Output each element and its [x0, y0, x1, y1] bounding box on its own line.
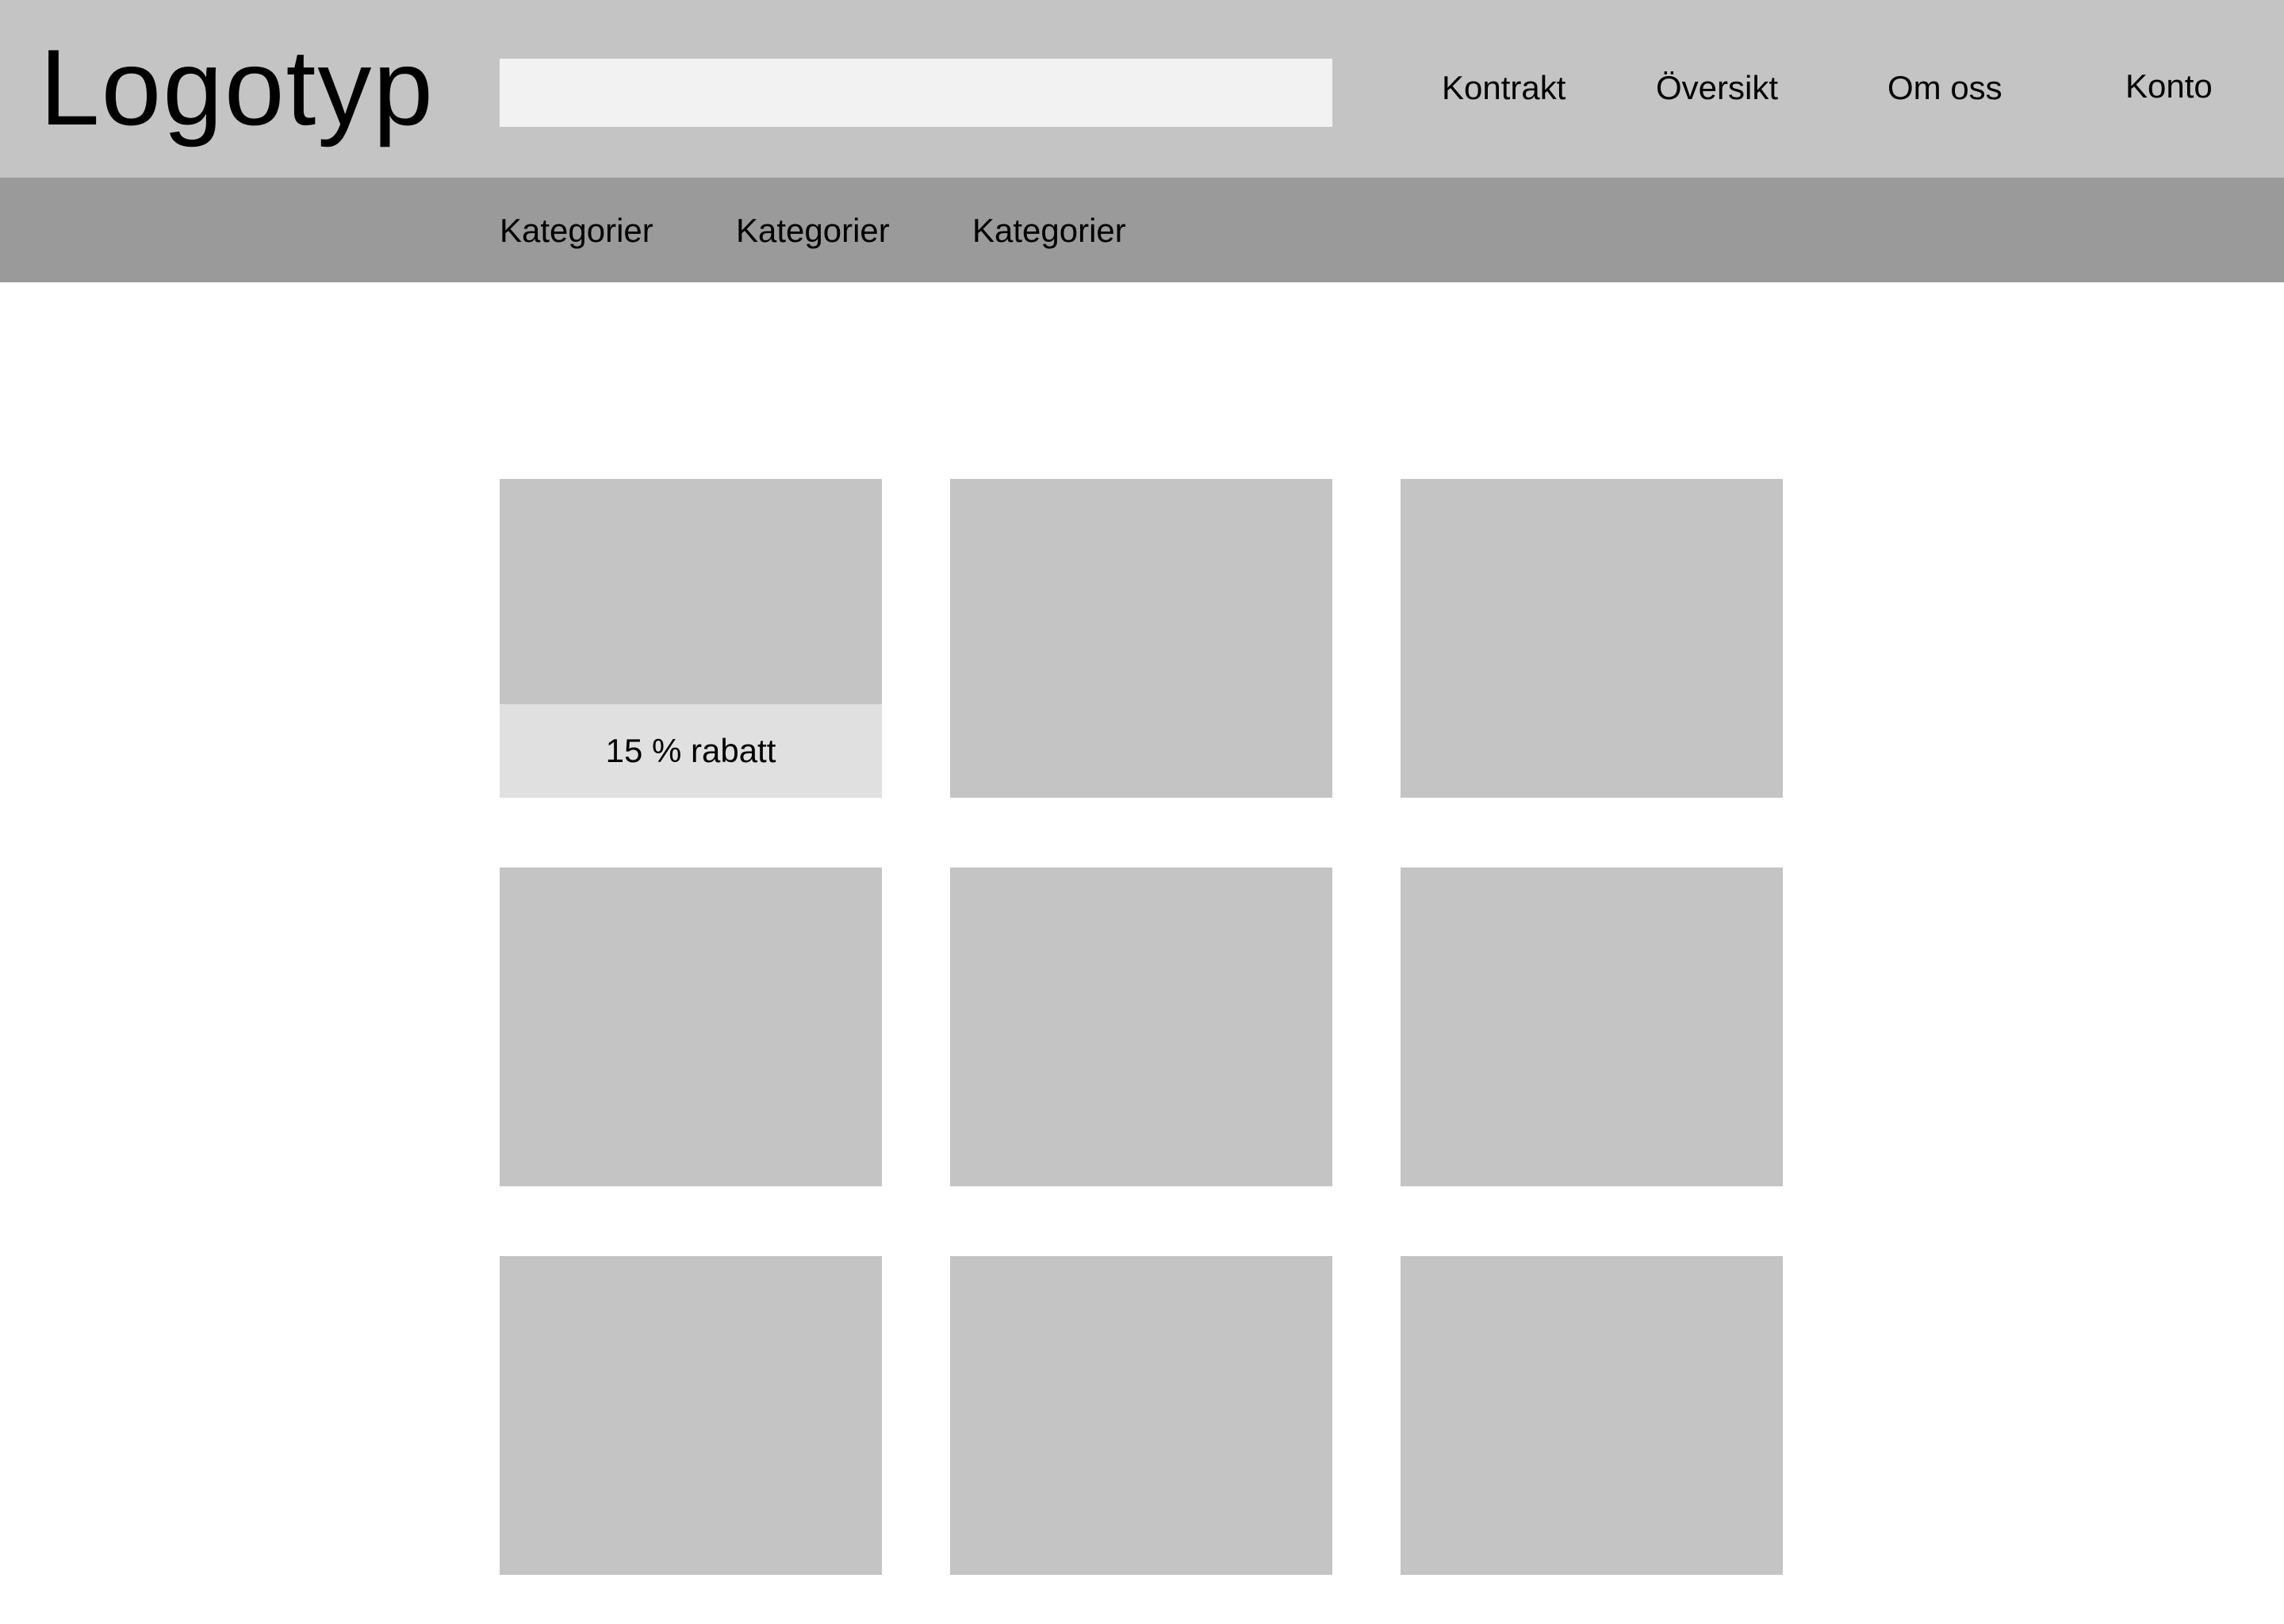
logo[interactable]: Logotyp [40, 24, 435, 151]
product-tile[interactable] [500, 868, 882, 1186]
discount-badge: 15 % rabatt [500, 704, 882, 798]
product-tile[interactable]: 15 % rabatt [500, 479, 882, 798]
product-tile[interactable] [1401, 479, 1783, 798]
product-tile[interactable] [950, 1256, 1332, 1575]
category-link[interactable]: Kategorier [736, 206, 890, 255]
product-tile[interactable] [950, 479, 1332, 798]
product-tile[interactable] [950, 868, 1332, 1186]
product-tile[interactable] [500, 1256, 882, 1575]
category-link[interactable]: Kategorier [500, 206, 653, 255]
category-link[interactable]: Kategorier [972, 206, 1126, 255]
nav-link-konto[interactable]: Konto [2125, 62, 2213, 111]
category-bar: Kategorier Kategorier Kategorier [0, 178, 2284, 282]
page: Logotyp Kontrakt Översikt Om oss Konto K… [0, 0, 2284, 1624]
nav-link-kontrakt[interactable]: Kontrakt [1442, 63, 1565, 113]
nav-link-om-oss[interactable]: Om oss [1887, 63, 2002, 113]
top-header: Logotyp Kontrakt Översikt Om oss Konto [0, 0, 2284, 178]
product-tile[interactable] [1401, 868, 1783, 1186]
product-tile[interactable] [1401, 1256, 1783, 1575]
nav-link-oversikt[interactable]: Översikt [1656, 63, 1778, 113]
search-input[interactable] [500, 59, 1332, 127]
